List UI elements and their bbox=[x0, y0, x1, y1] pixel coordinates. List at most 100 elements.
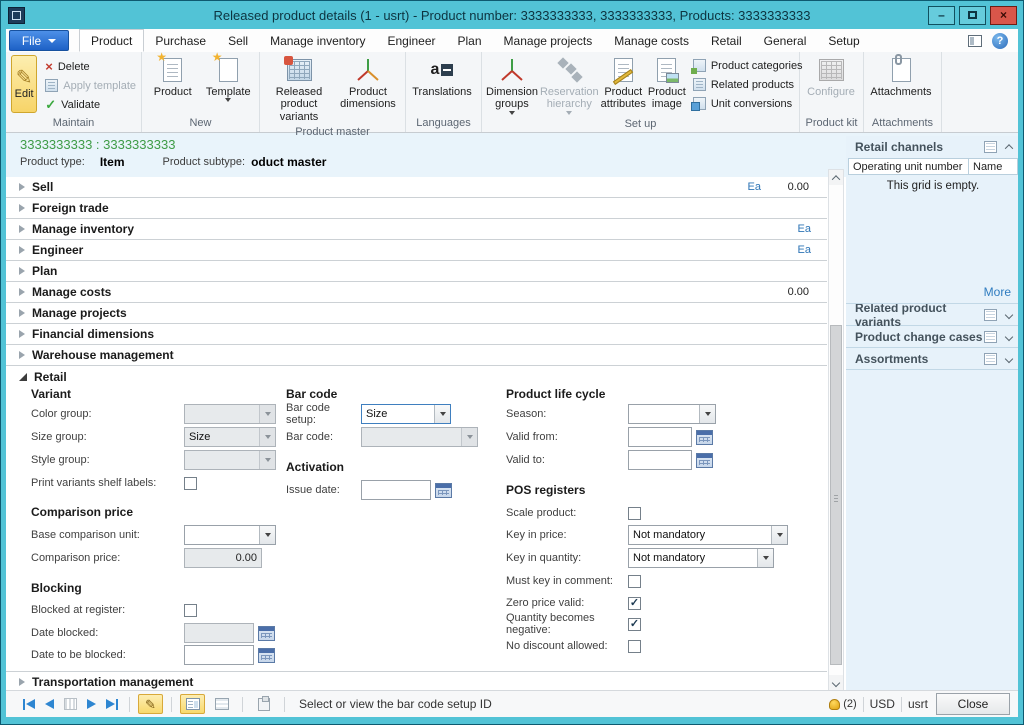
chevron-up-icon[interactable] bbox=[1005, 144, 1013, 152]
minimize-button[interactable]: – bbox=[928, 6, 955, 25]
notification-count[interactable]: (2) bbox=[843, 698, 856, 710]
section-plan[interactable]: Plan bbox=[6, 261, 827, 282]
file-menu-button[interactable]: File bbox=[9, 30, 69, 51]
section-manage-inventory[interactable]: Manage inventory Ea bbox=[6, 219, 827, 240]
new-product-button[interactable]: ★ Product bbox=[145, 54, 201, 100]
last-record-button[interactable] bbox=[101, 699, 123, 710]
dimension-groups-button[interactable]: Dimension groups bbox=[485, 54, 539, 117]
base-comparison-unit-combo[interactable] bbox=[184, 525, 276, 545]
related-product-variants-header[interactable]: Related product variants bbox=[846, 304, 1020, 326]
section-warehouse-management[interactable]: Warehouse management bbox=[6, 345, 827, 366]
valid-from-input[interactable] bbox=[628, 427, 692, 447]
reservation-hierarchy-button[interactable]: Reservation hierarchy bbox=[539, 54, 600, 117]
calendar-icon[interactable] bbox=[696, 430, 713, 445]
section-retail[interactable]: Retail bbox=[6, 366, 827, 387]
grid-view-toggle[interactable] bbox=[209, 694, 234, 714]
calendar-icon[interactable] bbox=[696, 453, 713, 468]
more-link[interactable]: More bbox=[984, 285, 1011, 299]
comparison-price-input[interactable]: 0.00 bbox=[184, 548, 262, 568]
bar-code-setup-combo[interactable]: Size bbox=[361, 404, 451, 424]
notifications-bell-icon[interactable] bbox=[829, 699, 840, 710]
scroll-down-button[interactable] bbox=[829, 675, 843, 690]
details-view-toggle[interactable] bbox=[180, 694, 205, 714]
scale-product-checkbox[interactable] bbox=[628, 507, 641, 520]
new-template-button[interactable]: ★ Template bbox=[201, 54, 257, 104]
color-group-combo[interactable] bbox=[184, 404, 276, 424]
tab-manage-inventory[interactable]: Manage inventory bbox=[259, 29, 376, 52]
currency-indicator[interactable]: USD bbox=[870, 697, 895, 711]
tab-plan[interactable]: Plan bbox=[447, 29, 493, 52]
zero-price-valid-checkbox[interactable]: ✓ bbox=[628, 597, 641, 610]
product-attributes-button[interactable]: Product attributes bbox=[600, 54, 647, 113]
calendar-icon[interactable] bbox=[258, 626, 275, 641]
next-record-button[interactable] bbox=[82, 699, 101, 709]
calendar-icon[interactable] bbox=[435, 483, 452, 498]
configure-button[interactable]: Configure bbox=[803, 54, 859, 100]
size-group-combo[interactable]: Size bbox=[184, 427, 276, 447]
section-financial-dimensions[interactable]: Financial dimensions bbox=[6, 324, 827, 345]
validate-button[interactable]: ✓ Validate bbox=[45, 97, 136, 112]
season-combo[interactable] bbox=[628, 404, 716, 424]
must-key-in-comment-checkbox[interactable] bbox=[628, 575, 641, 588]
vertical-scrollbar[interactable] bbox=[828, 169, 844, 691]
tab-manage-costs[interactable]: Manage costs bbox=[603, 29, 700, 52]
key-in-quantity-combo[interactable]: Not mandatory bbox=[628, 548, 774, 568]
help-icon[interactable]: ? bbox=[992, 33, 1008, 49]
tab-engineer[interactable]: Engineer bbox=[376, 29, 446, 52]
section-engineer[interactable]: Engineer Ea bbox=[6, 240, 827, 261]
released-product-variants-button[interactable]: Released product variants bbox=[263, 54, 335, 125]
no-discount-allowed-checkbox[interactable] bbox=[628, 640, 641, 653]
close-button[interactable]: Close bbox=[936, 693, 1010, 715]
chevron-down-icon[interactable] bbox=[1005, 354, 1013, 362]
section-foreign-trade[interactable]: Foreign trade bbox=[6, 198, 827, 219]
clipboard-button[interactable] bbox=[251, 694, 276, 714]
related-products-button[interactable]: Related products bbox=[693, 77, 803, 92]
issue-date-input[interactable] bbox=[361, 480, 431, 500]
layout-icon[interactable] bbox=[968, 35, 982, 47]
date-blocked-input[interactable] bbox=[184, 623, 254, 643]
product-categories-button[interactable]: Product categories bbox=[693, 58, 803, 73]
tab-manage-projects[interactable]: Manage projects bbox=[493, 29, 604, 52]
tab-sell[interactable]: Sell bbox=[217, 29, 259, 52]
tab-product[interactable]: Product bbox=[79, 29, 144, 52]
attachments-button[interactable]: Attachments bbox=[867, 54, 935, 100]
section-sell[interactable]: Sell Ea 0.00 bbox=[6, 177, 827, 198]
unit-conversions-button[interactable]: Unit conversions bbox=[693, 96, 803, 111]
user-indicator[interactable]: usrt bbox=[908, 697, 928, 711]
calendar-icon[interactable] bbox=[258, 648, 275, 663]
style-group-combo[interactable] bbox=[184, 450, 276, 470]
tab-purchase[interactable]: Purchase bbox=[144, 29, 217, 52]
retail-channels-header[interactable]: Retail channels bbox=[846, 136, 1020, 158]
close-window-button[interactable]: × bbox=[990, 6, 1017, 25]
valid-to-input[interactable] bbox=[628, 450, 692, 470]
translations-button[interactable]: a Translations bbox=[409, 54, 475, 100]
grid-view-nav-button[interactable] bbox=[59, 698, 82, 710]
key-in-price-combo[interactable]: Not mandatory bbox=[628, 525, 788, 545]
edit-button[interactable]: ✎ Edit bbox=[11, 55, 37, 113]
scroll-up-button[interactable] bbox=[829, 170, 843, 185]
maximize-button[interactable] bbox=[959, 6, 986, 25]
chevron-down-icon[interactable] bbox=[1005, 332, 1013, 340]
previous-record-button[interactable] bbox=[40, 699, 59, 709]
tab-setup[interactable]: Setup bbox=[817, 29, 870, 52]
tab-retail[interactable]: Retail bbox=[700, 29, 753, 52]
chevron-down-icon[interactable] bbox=[1005, 310, 1013, 318]
section-manage-projects[interactable]: Manage projects bbox=[6, 303, 827, 324]
section-transportation-management[interactable]: Transportation management bbox=[6, 671, 827, 692]
product-change-cases-header[interactable]: Product change cases bbox=[846, 326, 1020, 348]
apply-template-button[interactable]: Apply template bbox=[45, 78, 136, 93]
product-image-button[interactable]: Product image bbox=[647, 54, 687, 113]
section-manage-costs[interactable]: Manage costs 0.00 bbox=[6, 282, 827, 303]
date-to-be-blocked-input[interactable] bbox=[184, 645, 254, 665]
quantity-becomes-negative-checkbox[interactable]: ✓ bbox=[628, 618, 641, 631]
delete-button[interactable]: × Delete bbox=[45, 59, 136, 74]
edit-mode-toggle[interactable]: ✎ bbox=[138, 694, 163, 714]
print-variants-checkbox[interactable] bbox=[184, 477, 197, 490]
assortments-header[interactable]: Assortments bbox=[846, 348, 1020, 370]
product-dimensions-button[interactable]: Product dimensions bbox=[335, 54, 401, 113]
bar-code-combo[interactable] bbox=[361, 427, 478, 447]
blocked-at-register-checkbox[interactable] bbox=[184, 604, 197, 617]
tab-general[interactable]: General bbox=[753, 29, 818, 52]
first-record-button[interactable] bbox=[18, 699, 40, 710]
scrollbar-thumb[interactable] bbox=[830, 325, 842, 665]
